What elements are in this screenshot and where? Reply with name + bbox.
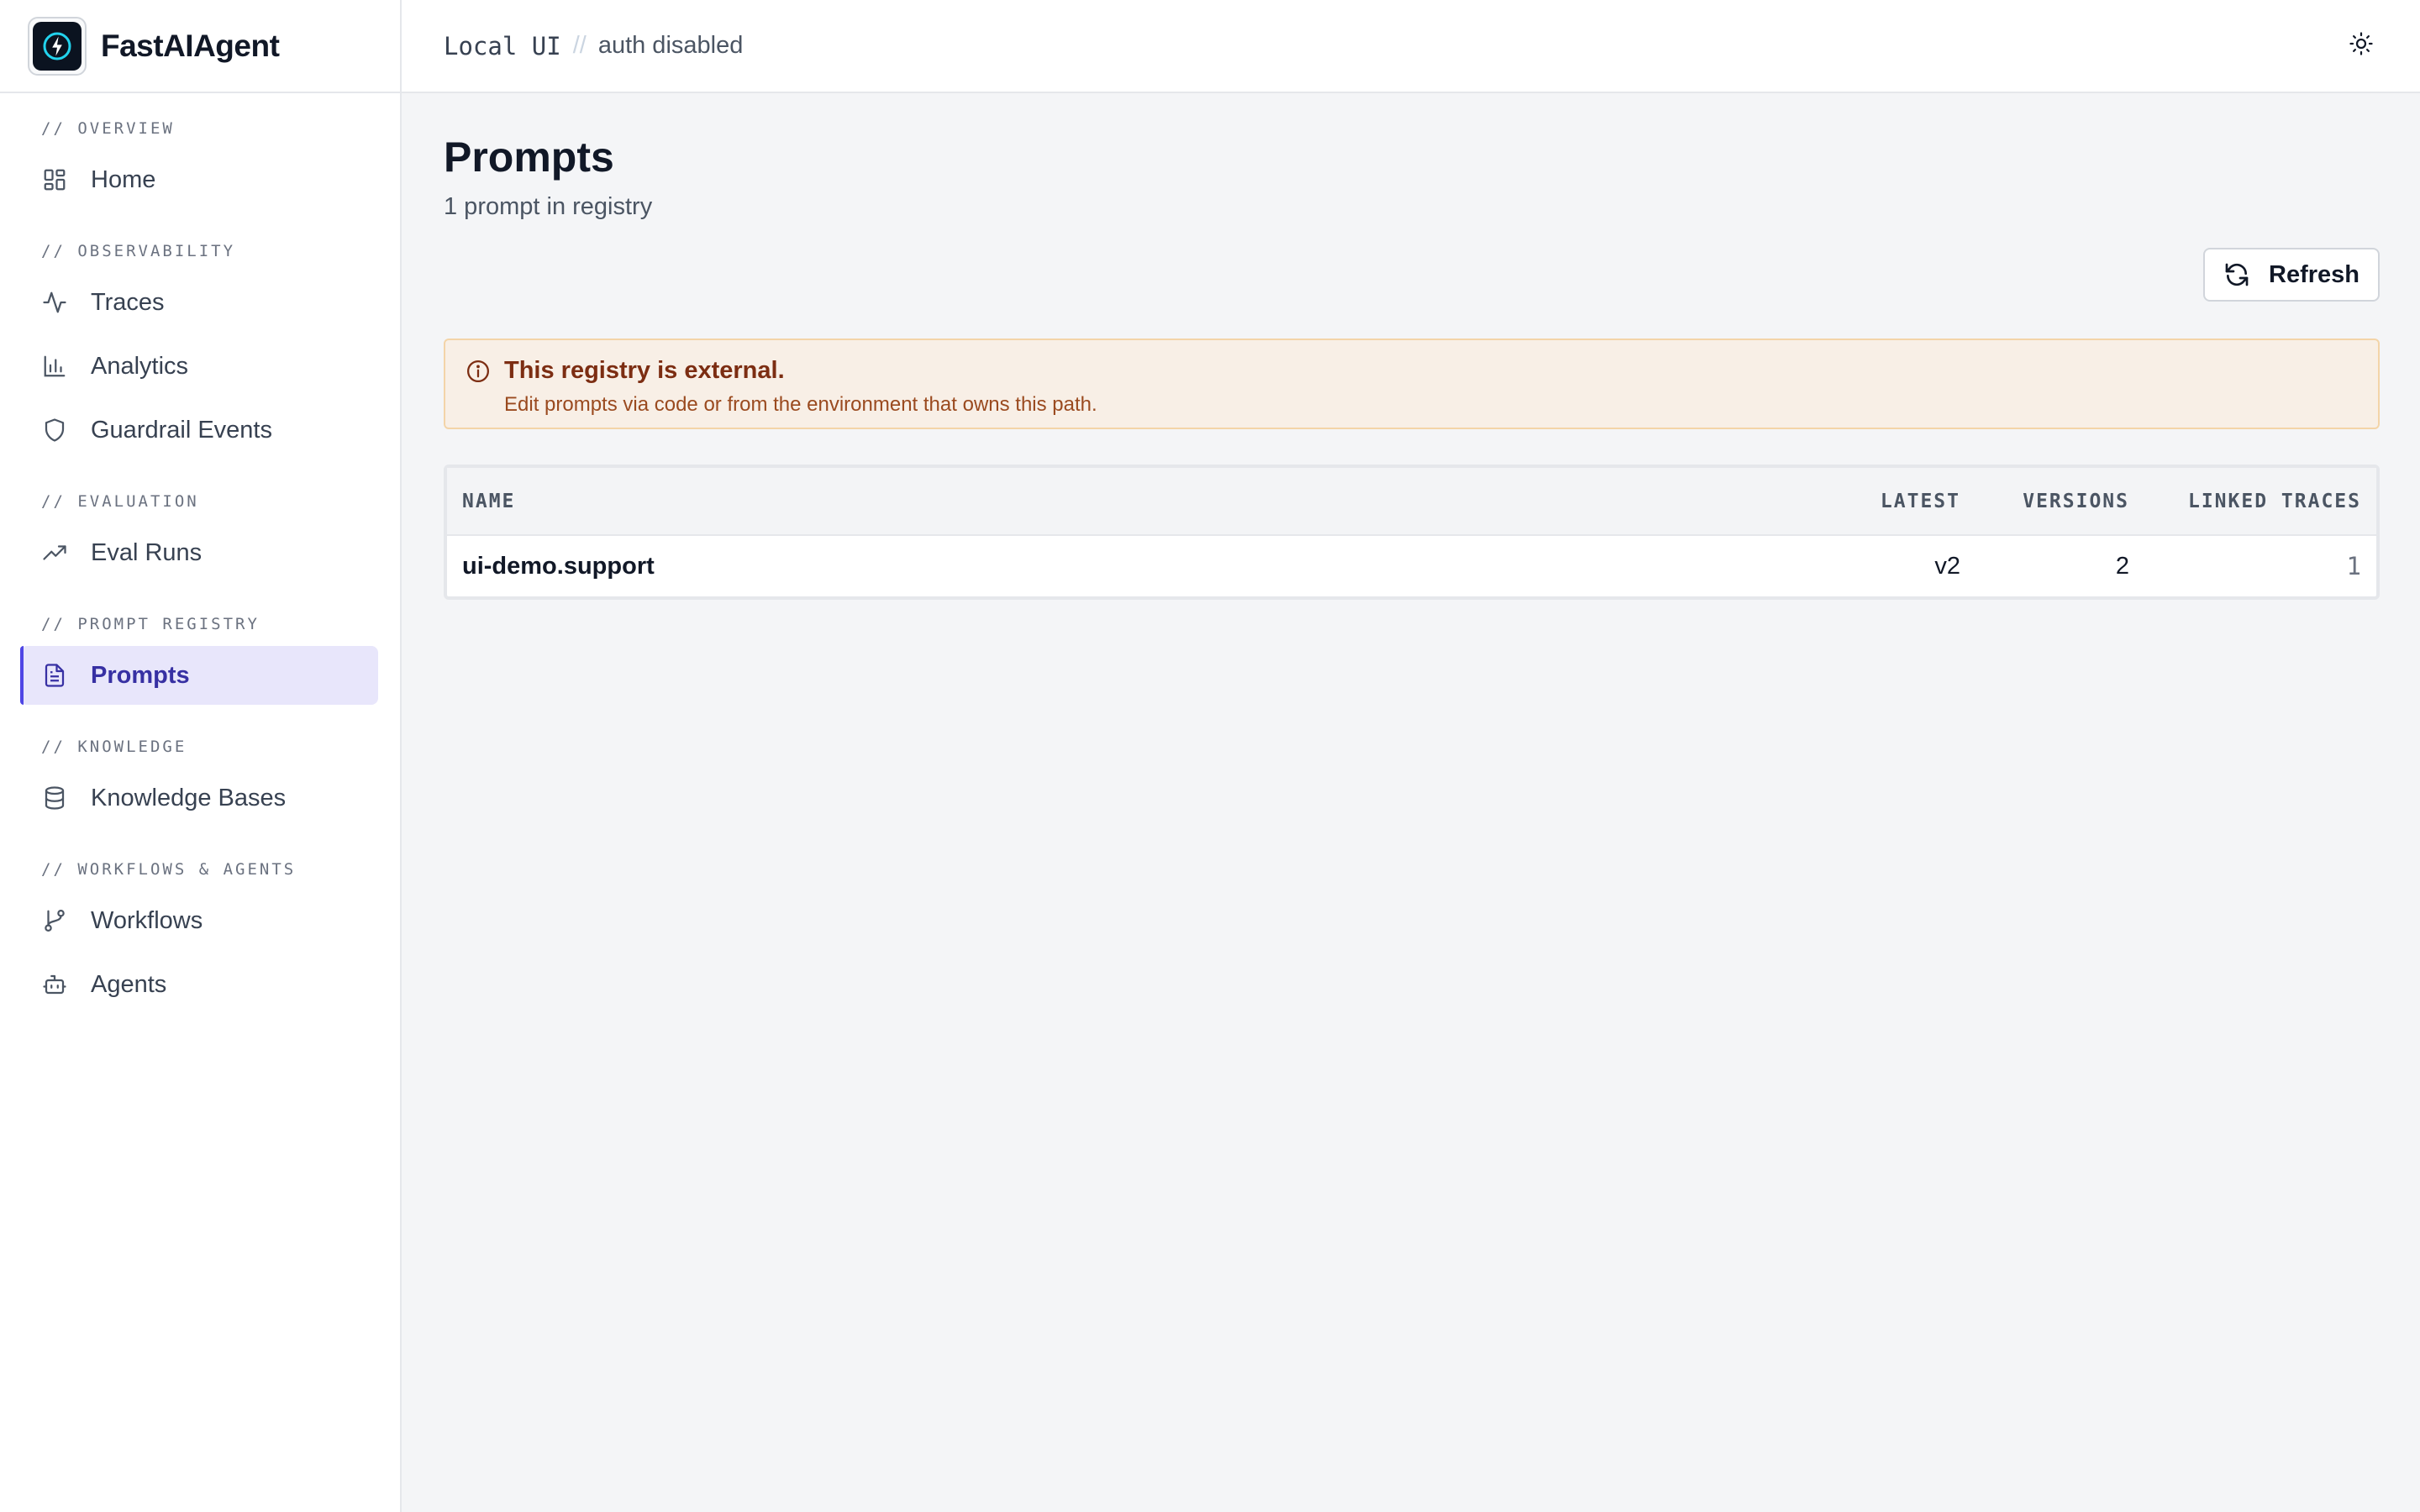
page-title: Prompts bbox=[444, 134, 614, 181]
sun-icon bbox=[2349, 31, 2374, 60]
app-root: FastAIAgent // OVERVIEW Home // OBSERVAB… bbox=[0, 0, 2420, 1512]
nav-group-workflows-agents: // WORKFLOWS & AGENTS Workflows Agents bbox=[0, 858, 400, 1014]
activity-icon bbox=[40, 288, 69, 317]
nav-group-knowledge: // KNOWLEDGE Knowledge Bases bbox=[0, 735, 400, 827]
refresh-icon bbox=[2223, 261, 2250, 288]
sidebar-item-label: Traces bbox=[91, 288, 165, 316]
info-icon bbox=[466, 359, 491, 411]
sidebar-item-workflows[interactable]: Workflows bbox=[20, 891, 378, 950]
topbar: Local UI // auth disabled bbox=[402, 0, 2420, 93]
sidebar-item-label: Analytics bbox=[91, 352, 189, 380]
column-header-linked-traces: LINKED TRACES bbox=[2144, 468, 2376, 536]
refresh-label: Refresh bbox=[2269, 260, 2360, 288]
logo bbox=[28, 16, 87, 76]
sidebar-item-label: Home bbox=[91, 165, 156, 193]
prompts-table: NAME LATEST VERSIONS LINKED TRACES ui-de… bbox=[447, 468, 2376, 596]
nav-group-evaluation: // EVALUATION Eval Runs bbox=[0, 490, 400, 582]
git-branch-icon bbox=[40, 906, 69, 935]
alert-title: This registry is external. bbox=[504, 357, 785, 384]
sidebar: FastAIAgent // OVERVIEW Home // OBSERVAB… bbox=[0, 0, 402, 1512]
column-header-name: NAME bbox=[447, 468, 1811, 536]
brand[interactable]: FastAIAgent bbox=[0, 0, 400, 93]
nav-group-observability: // OBSERVABILITY Traces Analytics Guardr… bbox=[0, 239, 400, 459]
database-icon bbox=[40, 784, 69, 812]
sidebar-item-label: Knowledge Bases bbox=[91, 784, 287, 811]
sidebar-item-knowledge-bases[interactable]: Knowledge Bases bbox=[20, 769, 378, 827]
column-header-latest: LATEST bbox=[1811, 468, 1975, 536]
column-header-versions: VERSIONS bbox=[1975, 468, 2144, 536]
page-header: Prompts 1 prompt in registry Refresh bbox=[444, 135, 2380, 302]
section-label-observability: // OBSERVABILITY bbox=[41, 242, 236, 260]
sidebar-item-home[interactable]: Home bbox=[20, 150, 378, 209]
sidebar-item-traces[interactable]: Traces bbox=[20, 273, 378, 332]
table-header-row: NAME LATEST VERSIONS LINKED TRACES bbox=[447, 468, 2376, 536]
sidebar-item-prompts[interactable]: Prompts bbox=[20, 646, 378, 705]
sidebar-item-label: Guardrail Events bbox=[91, 416, 272, 444]
sidebar-item-analytics[interactable]: Analytics bbox=[20, 337, 378, 396]
shield-icon bbox=[40, 416, 69, 444]
cell-name[interactable]: ui-demo.support bbox=[447, 535, 1811, 596]
nav-group-prompt-registry: // PROMPT REGISTRY Prompts bbox=[0, 612, 400, 705]
trending-up-icon bbox=[40, 538, 69, 567]
sidebar-item-label: Agents bbox=[91, 970, 167, 998]
page-subtitle: 1 prompt in registry bbox=[444, 192, 653, 220]
sidebar-nav: // OVERVIEW Home // OBSERVABILITY Traces… bbox=[0, 93, 400, 1014]
breadcrumb-auth-status: auth disabled bbox=[597, 32, 744, 59]
section-label-knowledge: // KNOWLEDGE bbox=[41, 738, 187, 756]
section-label-workflows-agents: // WORKFLOWS & AGENTS bbox=[41, 860, 297, 879]
table-row[interactable]: ui-demo.support v2 2 1 bbox=[447, 535, 2376, 596]
sidebar-item-label: Eval Runs bbox=[91, 538, 203, 566]
section-label-overview: // OVERVIEW bbox=[41, 119, 175, 138]
alert-body: Edit prompts via code or from the enviro… bbox=[504, 393, 1097, 416]
sidebar-item-label: Prompts bbox=[91, 661, 190, 689]
main-area: Local UI // auth disabled Prompts 1 prom… bbox=[402, 0, 2420, 1512]
page-heading-group: Prompts 1 prompt in registry bbox=[444, 135, 652, 221]
prompts-table-container: NAME LATEST VERSIONS LINKED TRACES ui-de… bbox=[444, 465, 2380, 600]
cell-versions: 2 bbox=[2115, 552, 2129, 580]
sidebar-item-label: Workflows bbox=[91, 906, 203, 934]
document-icon bbox=[40, 661, 69, 690]
section-label-prompt-registry: // PROMPT REGISTRY bbox=[41, 615, 260, 633]
cell-linked-traces: 1 bbox=[2346, 552, 2361, 580]
refresh-button[interactable]: Refresh bbox=[2203, 248, 2380, 302]
bolt-icon bbox=[33, 21, 82, 71]
alert-text: This registry is external. Edit prompts … bbox=[504, 357, 1097, 416]
sidebar-item-agents[interactable]: Agents bbox=[20, 955, 378, 1014]
cell-latest: v2 bbox=[1934, 552, 1960, 580]
breadcrumb-separator: // bbox=[572, 32, 587, 59]
external-registry-alert: This registry is external. Edit prompts … bbox=[444, 339, 2380, 429]
brand-name: FastAIAgent bbox=[101, 28, 280, 63]
bar-chart-icon bbox=[40, 352, 69, 381]
content: Prompts 1 prompt in registry Refresh Thi… bbox=[402, 93, 2420, 600]
sidebar-item-guardrail-events[interactable]: Guardrail Events bbox=[20, 401, 378, 459]
bot-icon bbox=[40, 970, 69, 999]
section-label-evaluation: // EVALUATION bbox=[41, 492, 199, 511]
breadcrumb-local-ui: Local UI bbox=[444, 31, 561, 60]
nav-group-overview: // OVERVIEW Home bbox=[0, 117, 400, 209]
sidebar-item-eval-runs[interactable]: Eval Runs bbox=[20, 523, 378, 582]
grid-icon bbox=[40, 165, 69, 194]
theme-toggle-button[interactable] bbox=[2344, 29, 2378, 63]
